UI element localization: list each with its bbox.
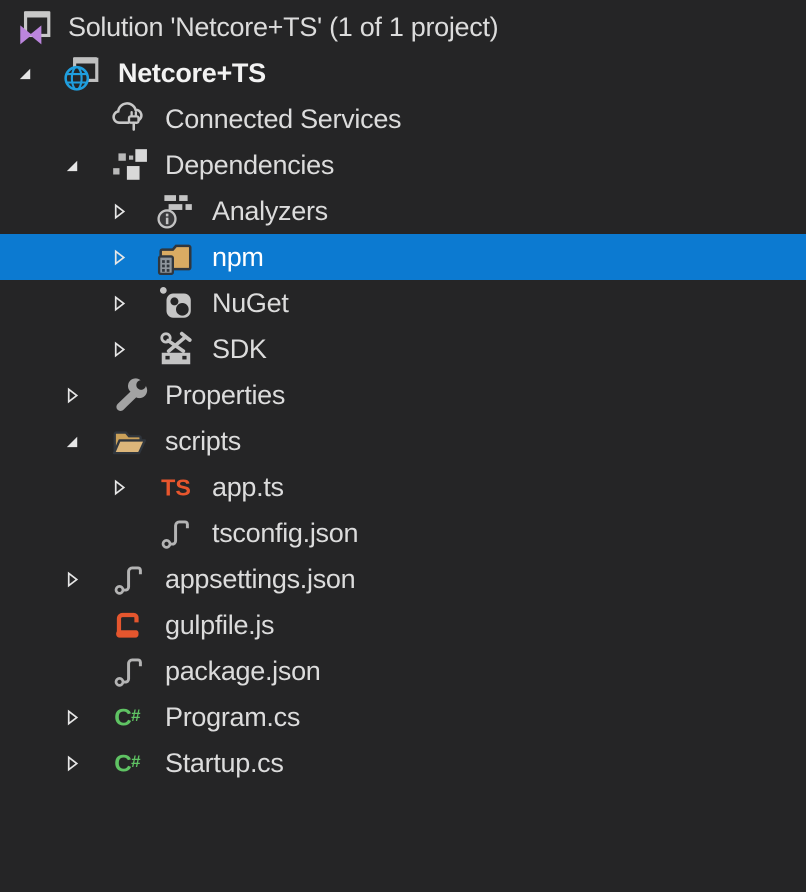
expander-icon: [55, 648, 89, 694]
json-icon: [109, 650, 149, 692]
tree-item-label: scripts: [165, 418, 241, 464]
typescript-icon: [156, 466, 196, 508]
expander-icon[interactable]: [55, 372, 89, 418]
expander-icon[interactable]: [55, 142, 89, 188]
sdk-icon: [156, 328, 196, 370]
netcore-project-icon: [62, 52, 102, 94]
expander-icon: [102, 510, 136, 556]
tree-item-appsettings-json[interactable]: appsettings.json: [0, 556, 806, 602]
csharp-icon: [109, 696, 149, 738]
expander-icon[interactable]: [102, 234, 136, 280]
wrench-icon: [109, 374, 149, 416]
tree-item-nuget[interactable]: NuGet: [0, 280, 806, 326]
analyzers-icon: [156, 190, 196, 232]
tree-item-scripts[interactable]: scripts: [0, 418, 806, 464]
tree-item-label: Startup.cs: [165, 740, 284, 786]
dependencies-icon: [109, 144, 149, 186]
tree-item-dependencies[interactable]: Dependencies: [0, 142, 806, 188]
tree-item-label: npm: [212, 234, 264, 280]
tree-item-package-json[interactable]: package.json: [0, 648, 806, 694]
npm-folder-icon: [156, 236, 196, 278]
expander-icon[interactable]: [102, 464, 136, 510]
tree-item-app-ts[interactable]: app.ts: [0, 464, 806, 510]
expander-icon[interactable]: [55, 740, 89, 786]
tree-item-label: tsconfig.json: [212, 510, 358, 556]
tree-item-gulpfile-js[interactable]: gulpfile.js: [0, 602, 806, 648]
tree-item-analyzers[interactable]: Analyzers: [0, 188, 806, 234]
tree-item-label: appsettings.json: [165, 556, 355, 602]
javascript-icon: [109, 604, 149, 646]
tree-item-label: Properties: [165, 372, 285, 418]
tree-item-npm[interactable]: npm: [0, 234, 806, 280]
tree-item-label: app.ts: [212, 464, 284, 510]
tree-item-sdk[interactable]: SDK: [0, 326, 806, 372]
tree-item-label: gulpfile.js: [165, 602, 274, 648]
tree-item-label: package.json: [165, 648, 321, 694]
tree-item-label: Dependencies: [165, 142, 334, 188]
json-icon: [156, 512, 196, 554]
tree-item-label: Program.cs: [165, 694, 300, 740]
csharp-icon: [109, 742, 149, 784]
tree-item-solution-netcore-ts-1-of-1-project[interactable]: Solution 'Netcore+TS' (1 of 1 project): [0, 4, 806, 50]
tree-item-label: Solution 'Netcore+TS' (1 of 1 project): [68, 4, 498, 50]
tree-item-label: NuGet: [212, 280, 289, 326]
expander-icon[interactable]: [55, 694, 89, 740]
tree-item-program-cs[interactable]: Program.cs: [0, 694, 806, 740]
tree-item-label: Analyzers: [212, 188, 328, 234]
tree-item-startup-cs[interactable]: Startup.cs: [0, 740, 806, 786]
nuget-icon: [156, 282, 196, 324]
expander-icon[interactable]: [55, 556, 89, 602]
tree-item-connected-services[interactable]: Connected Services: [0, 96, 806, 142]
folder-open-icon: [109, 420, 149, 462]
expander-icon[interactable]: [102, 280, 136, 326]
tree-item-label: Connected Services: [165, 96, 401, 142]
json-icon: [109, 558, 149, 600]
expander-icon[interactable]: [102, 188, 136, 234]
tree-item-label: Netcore+TS: [118, 50, 266, 96]
expander-icon[interactable]: [55, 418, 89, 464]
tree-item-properties[interactable]: Properties: [0, 372, 806, 418]
expander-icon[interactable]: [102, 326, 136, 372]
expander-icon: [55, 602, 89, 648]
tree-item-label: SDK: [212, 326, 267, 372]
vs-solution-icon: [14, 6, 54, 48]
tree-item-netcore-ts[interactable]: Netcore+TS: [0, 50, 806, 96]
connected-services-icon: [109, 98, 149, 140]
expander-icon: [55, 96, 89, 142]
tree-item-tsconfig-json[interactable]: tsconfig.json: [0, 510, 806, 556]
expander-icon[interactable]: [8, 50, 42, 96]
solution-tree: Solution 'Netcore+TS' (1 of 1 project) N…: [0, 0, 806, 786]
